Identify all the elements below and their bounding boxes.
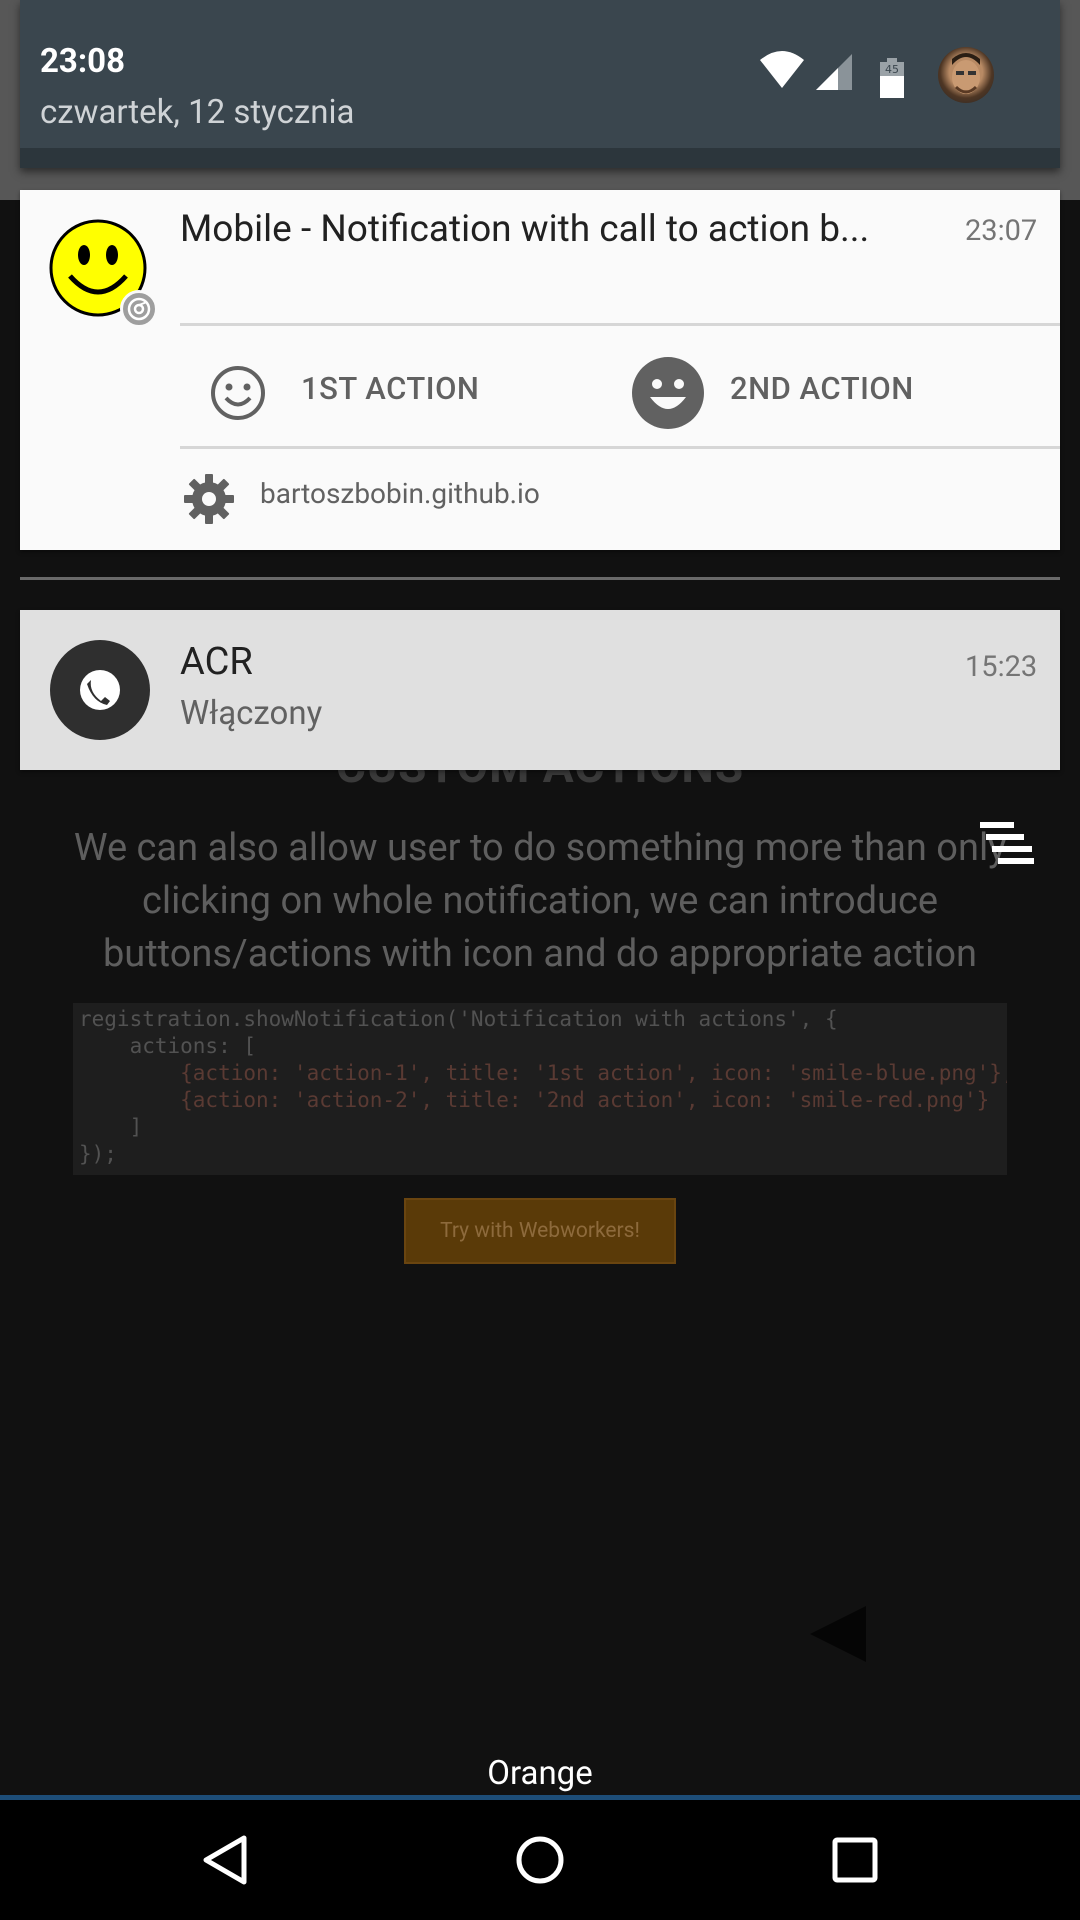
code-block: registration.showNotification('Notificat…	[73, 1003, 1007, 1175]
code-line: registration.showNotification('Notificat…	[79, 1007, 838, 1031]
wifi-icon	[760, 51, 804, 88]
battery-level: 45	[885, 63, 899, 76]
navigation-bar	[0, 1800, 1080, 1920]
notification-title: ACR	[180, 640, 253, 684]
back-button[interactable]	[186, 1830, 266, 1890]
action-button-2[interactable]: 2ND ACTION	[632, 350, 1060, 430]
recents-icon	[832, 1837, 878, 1883]
section-divider	[20, 577, 1060, 580]
signal-icon	[816, 54, 852, 90]
smile-outline-icon	[211, 366, 265, 420]
battery-icon: 45	[880, 58, 904, 98]
home-button[interactable]	[500, 1830, 580, 1890]
play-icon	[810, 1606, 866, 1662]
home-icon	[516, 1836, 564, 1884]
code-line: });	[79, 1142, 117, 1166]
header-strip	[20, 148, 1060, 168]
back-icon	[203, 1835, 247, 1885]
code-line: ]	[79, 1115, 143, 1139]
notification-time: 15:23	[965, 650, 1038, 684]
carrier-label: Orange	[487, 1754, 593, 1793]
avatar[interactable]	[938, 47, 994, 103]
notification-card[interactable]: ACR Włączony 15:23	[20, 610, 1060, 770]
action-label: 2ND ACTION	[730, 370, 914, 407]
code-line: {action: 'action-1', title: '1st action'…	[79, 1061, 1007, 1085]
divider	[180, 323, 1060, 326]
phone-icon	[50, 640, 150, 740]
notification-title: Mobile - Notification with call to actio…	[180, 208, 870, 251]
code-line: actions: [	[79, 1034, 257, 1058]
code-line: {action: 'action-2', title: '2nd action'…	[79, 1088, 990, 1112]
gear-icon[interactable]	[183, 473, 235, 525]
notification-card[interactable]: Mobile - Notification with call to actio…	[20, 190, 1060, 550]
try-webworkers-button[interactable]: Try with Webworkers!	[404, 1198, 676, 1264]
menu-icon[interactable]	[978, 820, 1038, 866]
page-description: We can also allow user to do something m…	[73, 826, 1007, 976]
notification-text: Włączony	[180, 694, 323, 733]
chrome-icon	[120, 290, 158, 328]
clock: 23:08	[40, 42, 126, 81]
recents-button[interactable]	[815, 1830, 895, 1890]
smile-filled-icon	[632, 357, 704, 429]
notification-time: 23:07	[965, 214, 1038, 248]
date[interactable]: czwartek, 12 stycznia	[40, 93, 354, 132]
divider	[180, 446, 1060, 449]
action-button-1[interactable]: 1ST ACTION	[190, 350, 630, 430]
notification-source: bartoszbobin.github.io	[260, 477, 540, 510]
action-label: 1ST ACTION	[301, 370, 480, 407]
